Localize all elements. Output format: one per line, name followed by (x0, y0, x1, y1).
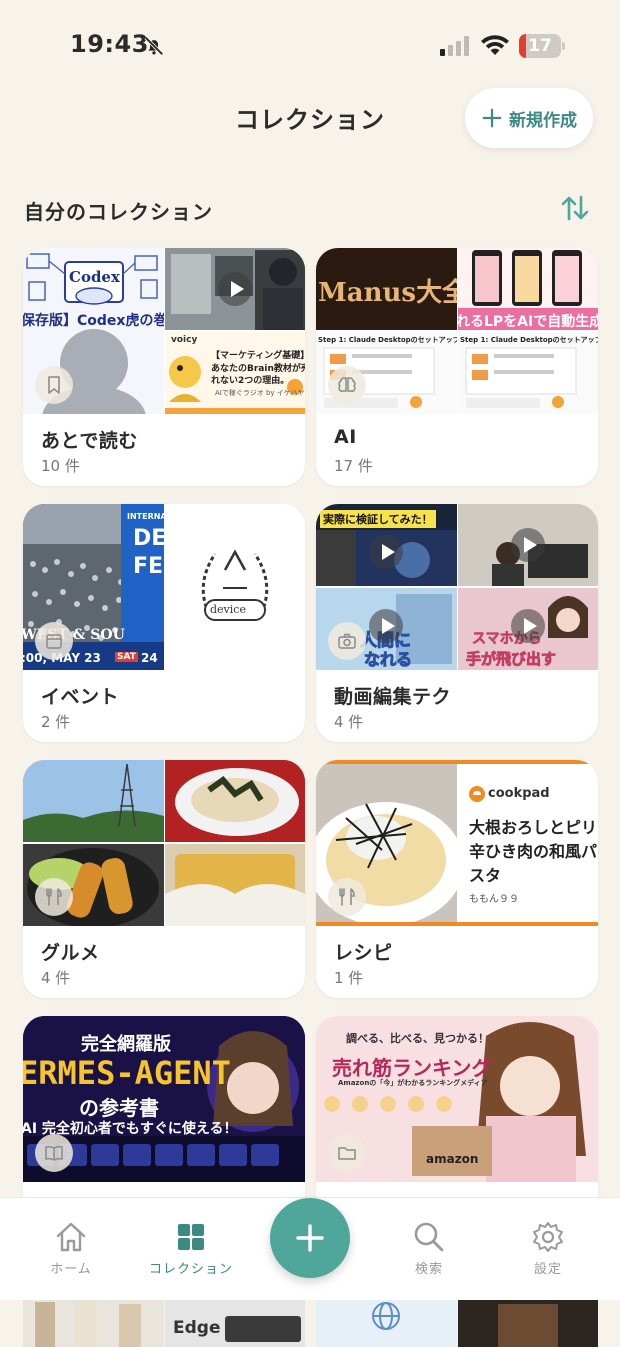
book-icon (45, 1145, 63, 1161)
globe-icon (372, 1302, 400, 1330)
thumb-text: 完全網羅版 (81, 1034, 171, 1055)
thumb-text: なれる (364, 650, 413, 670)
collection-count: 10 件 (41, 457, 80, 475)
thumb-text: 調べる、比べる、見つかる！ (346, 1032, 489, 1045)
tab-label: コレクション (148, 1262, 233, 1277)
collection-count: 4 件 (334, 713, 364, 731)
collection-count: 4 件 (41, 969, 71, 987)
category-badge (328, 366, 366, 404)
collection-count: 1 件 (334, 969, 364, 987)
category-badge (35, 366, 73, 404)
plus-icon (482, 108, 502, 128)
sort-icon[interactable] (560, 194, 590, 222)
thumb-text: INTERNA (127, 512, 164, 521)
tab-search[interactable]: 検索 (379, 1220, 479, 1280)
thumb-text: Step 1: Claude Desktopのセットアップ (460, 336, 598, 344)
category-badge (328, 1134, 366, 1172)
collection-count: 17 件 (334, 457, 373, 475)
thumb-text: れるLPをAIで自動生成 (458, 314, 598, 330)
folder-icon (338, 1147, 356, 1160)
signal-icon (440, 36, 469, 56)
tab-collections[interactable]: コレクション (141, 1220, 241, 1280)
collection-count: 2 件 (41, 713, 71, 731)
category-badge (35, 878, 73, 916)
collection-name: あとで読む (41, 430, 138, 452)
thumb-text: ERMES-AGENT (23, 1054, 231, 1092)
thumb-text: ももん９９ (469, 894, 519, 905)
thumb-text: 【マーケティング基礎】 (211, 351, 305, 361)
tab-settings[interactable]: 設定 (498, 1220, 598, 1280)
thumb-text: Manus大全 (318, 278, 457, 308)
section-title: 自分のコレクション (24, 200, 213, 224)
category-badge (35, 1134, 73, 1172)
thumb-text: 24 (141, 651, 158, 665)
thumb-text: れない2つの理由。 (211, 376, 290, 386)
thumb-text: Amazonの「今」がわかるランキングメディア (338, 1079, 488, 1087)
status-time: 19:43 (70, 30, 149, 58)
status-bar: 19:43 17 (0, 0, 620, 92)
collection-card-ai[interactable]: Manus大全 れるLPをAIで自動生成 Step 1: Claude Desk… (316, 248, 598, 486)
battery-level: 17 (528, 36, 552, 56)
thumb-text: の参考書 (79, 1096, 159, 1120)
grid-icon (178, 1224, 204, 1250)
home-icon (56, 1222, 86, 1252)
new-button-label: 新規作成 (509, 110, 577, 131)
thumb-text: Codex (69, 268, 120, 286)
thumb-text: cookpad (488, 786, 550, 801)
thumb-text: device (210, 603, 246, 616)
category-badge (328, 878, 366, 916)
thumb-text: スタ (469, 866, 502, 885)
bookmark-icon (48, 376, 60, 394)
gear-icon (533, 1222, 563, 1252)
search-icon (414, 1222, 444, 1252)
play-icon (369, 535, 403, 569)
thumb-text: Step 1: Claude Desktopのセットアップ (318, 336, 457, 344)
thumb-text: 辛ひき肉の和風パ (469, 842, 598, 861)
fork-knife-icon (339, 888, 355, 906)
thumb-text: 大根おろしとピリ (469, 818, 598, 837)
next-cards-peek: Edge (0, 1300, 620, 1347)
brain-icon (338, 377, 356, 392)
collection-card-recipe[interactable]: cookpad 大根おろしとピリ 辛ひき肉の和風パ スタ ももん９９ レシピ 1… (316, 760, 598, 998)
collection-card-read-later[interactable]: Codex 保存版】Codex虎の巻 voicy 【マーケティング基礎】 あなた… (23, 248, 305, 486)
thumb-text: 保存版】Codex虎の巻 (23, 313, 164, 329)
camera-icon (338, 633, 356, 649)
thumb-text: SAT (115, 652, 138, 662)
thumb-text: voicy (171, 335, 198, 345)
thumb-text: 実際に検証してみた！ (320, 510, 436, 528)
play-icon (218, 272, 252, 306)
collection-card-event[interactable]: INTERNA DE FE WEST & SOU :00, MAY 23 SAT… (23, 504, 305, 742)
new-collection-button[interactable]: 新規作成 (465, 88, 593, 148)
collection-card-gourmet[interactable]: グルメ 4 件 (23, 760, 305, 998)
play-icon (511, 528, 545, 562)
tab-label: 設定 (533, 1262, 562, 1277)
thumb-text: FE (133, 554, 164, 579)
collection-name: 動画編集テク (334, 686, 452, 708)
battery-indicator: 17 (519, 34, 565, 58)
bell-off-icon (144, 36, 164, 56)
collection-name: AI (334, 426, 357, 448)
collection-name: イベント (41, 686, 120, 708)
tab-label: ホーム (50, 1262, 92, 1277)
collection-card-video-editing[interactable]: 実際に検証してみた！ 人間に なれる (316, 504, 598, 742)
category-badge (328, 622, 366, 660)
tab-home[interactable]: ホーム (21, 1220, 121, 1280)
thumb-text: Edge (173, 1318, 221, 1338)
tab-label: 検索 (414, 1262, 443, 1277)
fork-knife-icon (46, 888, 62, 906)
play-icon (511, 609, 545, 643)
thumb-text: 手が飛び出す (466, 650, 557, 669)
collection-name: グルメ (41, 942, 100, 964)
collection-name: レシピ (334, 942, 393, 964)
calendar-icon (46, 634, 62, 649)
play-icon (369, 609, 403, 643)
thumb-text: AIで稼ぐラジオ by イケハヤ (215, 389, 305, 397)
thumb-text: amazon (426, 1152, 479, 1166)
thumb-text: 売れ筋ランキング (332, 1056, 492, 1080)
add-button[interactable] (270, 1198, 350, 1278)
plus-icon (296, 1224, 324, 1252)
thumb-text: DE (133, 526, 164, 551)
category-badge (35, 622, 73, 660)
wifi-icon (481, 35, 509, 55)
